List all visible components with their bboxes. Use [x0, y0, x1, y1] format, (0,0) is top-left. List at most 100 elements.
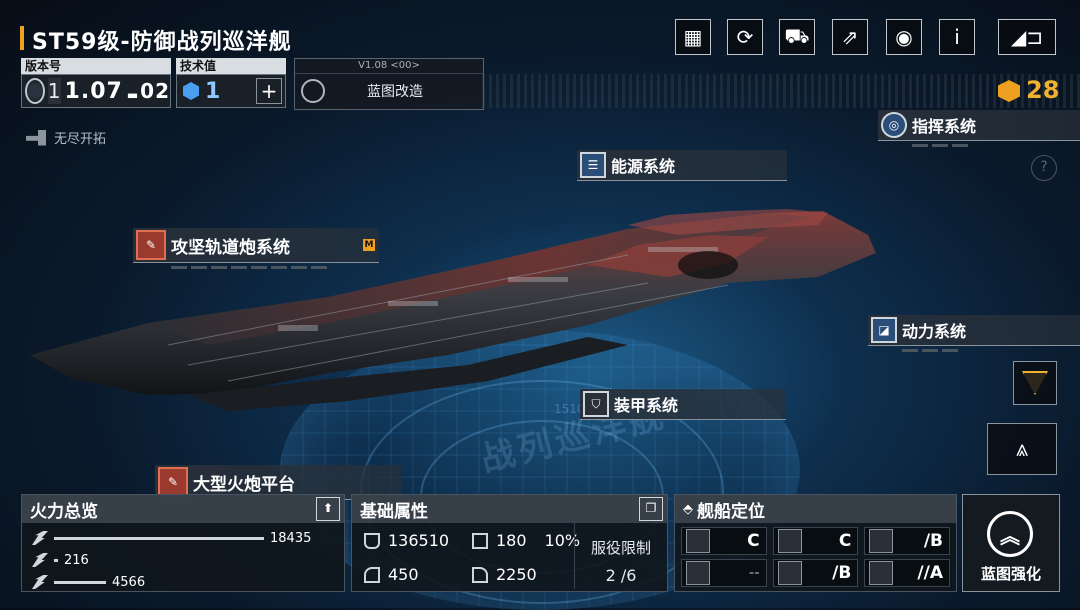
firepower-value: 216	[64, 552, 89, 568]
version-box: 版本号 1 1.07 ▬ 02	[21, 58, 171, 108]
info-icon: i	[954, 25, 960, 49]
role-grade: /B	[832, 563, 852, 583]
shield-icon: ⛉	[583, 391, 609, 417]
upgrade-rank-button[interactable]: ⩓	[987, 423, 1057, 475]
role-cell[interactable]: --	[681, 559, 767, 587]
railgun-slots	[171, 266, 379, 269]
role-cell[interactable]: C	[772, 527, 859, 555]
version-sub: 02	[140, 79, 170, 103]
view-mode-button[interactable]: ◉	[886, 19, 922, 55]
firepower-header: 火力总览 ⬆	[22, 495, 344, 523]
role-title: 舰船定位	[697, 501, 765, 522]
role-grade: --	[748, 565, 760, 581]
thruster-icon: ◪	[871, 317, 897, 343]
eye-icon: ◉	[895, 25, 913, 49]
version-tier: 1	[47, 78, 61, 104]
evasion-stat: 180 10%	[472, 531, 580, 550]
role-grade: /B	[923, 531, 943, 551]
firepower-row: 216	[22, 549, 344, 571]
info-button[interactable]: i	[939, 19, 975, 55]
chevron-up-icon: ︽	[987, 511, 1033, 557]
service-value: 2 /6	[605, 566, 637, 585]
fleet-button[interactable]: ⛟	[779, 19, 815, 55]
railgun-icon: ✎	[136, 230, 166, 260]
armor-system-label: 装甲系统	[614, 396, 679, 415]
command-icon: ◎	[881, 112, 907, 138]
gun-platform-label: 大型火炮平台	[193, 474, 295, 495]
version-number: 1.07	[64, 78, 123, 104]
blueprint-modify-button[interactable]: V1.08 <00> 蓝图改造	[294, 58, 484, 110]
speed-stat: 450	[364, 565, 419, 584]
speed-value: 450	[388, 565, 419, 584]
firepower-title: 火力总览	[30, 501, 98, 522]
role-type-icon	[686, 529, 710, 553]
refresh-button[interactable]: ⟳	[727, 19, 763, 55]
filter-button[interactable]	[1013, 361, 1057, 405]
blueprint-version: V1.08 <00>	[295, 59, 483, 74]
railgun-system-node[interactable]: ✎ 攻坚轨道炮系统 M	[133, 228, 379, 269]
expand-window-icon[interactable]: ❐	[639, 497, 663, 521]
role-cell[interactable]: /B	[772, 559, 859, 587]
firepower-value: 18435	[270, 530, 312, 546]
firepower-bar	[54, 558, 58, 562]
tech-label: 技术值	[176, 58, 286, 74]
title-accent	[20, 26, 24, 50]
role-type-icon	[686, 561, 710, 585]
role-grid: C C/B -- /B //A	[675, 523, 956, 591]
role-grade: C	[747, 531, 760, 551]
railgun-badge: M	[363, 239, 375, 251]
power-system-label: 动力系统	[902, 322, 967, 341]
globe-icon	[25, 78, 45, 104]
firepower-panel: 火力总览 ⬆ 18435 216 4566	[21, 494, 345, 592]
blueprint-enhance-button[interactable]: ︽ 蓝图强化	[962, 494, 1060, 592]
speed-icon	[364, 566, 380, 583]
railgun-system-label: 攻坚轨道炮系统	[171, 237, 290, 258]
command-system-node[interactable]: ◎ 指挥系统	[878, 110, 1080, 147]
service-label: 服役限制	[590, 539, 651, 557]
role-type-icon	[777, 561, 802, 585]
tech-hex-icon	[183, 82, 199, 100]
blueprint-label: 蓝图改造	[367, 84, 423, 100]
role-grade: C	[838, 531, 852, 551]
warp-value: 2250	[496, 565, 537, 584]
collapse-icon[interactable]: ⬆	[316, 497, 340, 521]
role-header: ⬘ 舰船定位	[675, 495, 956, 523]
triangle-filter-icon	[1022, 371, 1048, 395]
evasion-value: 180	[496, 531, 527, 550]
ship-title: ST59级-防御战列巡洋舰	[32, 30, 292, 55]
weapon-type-icon	[32, 553, 48, 567]
service-limit: 服役限制 2 /6	[574, 523, 667, 589]
ship-role-panel: ⬘ 舰船定位 C C/B -- /B //A	[674, 494, 957, 592]
role-icon: ⬘	[683, 501, 693, 517]
hp-value: 136510	[388, 531, 450, 550]
hp-stat: 136510	[364, 531, 449, 550]
version-separator-icon: ▬	[126, 88, 139, 102]
attributes-title: 基础属性	[360, 501, 428, 522]
blueprint-icon: ▦	[683, 25, 703, 49]
command-slots	[912, 144, 1080, 147]
role-type-icon	[869, 561, 894, 585]
back-icon: ◢⊐	[1010, 25, 1044, 49]
endless-mode-label: 无尽开拓	[54, 132, 107, 147]
power-system-node[interactable]: ◪ 动力系统	[868, 315, 1080, 352]
tech-box: 技术值 1 +	[176, 58, 286, 108]
power-slots	[902, 349, 1080, 352]
role-cell[interactable]: //A	[864, 559, 950, 587]
firepower-value: 4566	[112, 574, 146, 590]
tech-add-button[interactable]: +	[256, 78, 282, 104]
gear-icon	[301, 79, 325, 103]
command-system-label: 指挥系统	[912, 117, 977, 136]
firepower-rows: 18435 216 4566	[22, 523, 344, 593]
evasion-icon	[472, 532, 488, 549]
rank-up-icon: ⩓	[1015, 436, 1029, 462]
armor-system-node[interactable]: ⛉ 装甲系统	[580, 389, 786, 420]
shield-icon	[364, 532, 380, 549]
role-cell[interactable]: /B	[864, 527, 950, 555]
energy-system-node[interactable]: ☰ 能源系统	[577, 150, 787, 181]
warp-stat: 2250	[472, 565, 537, 584]
blueprint-view-button[interactable]: ▦	[675, 19, 711, 55]
share-button[interactable]: ⇗	[832, 19, 868, 55]
role-cell[interactable]: C	[681, 527, 767, 555]
help-button[interactable]: ?	[1031, 155, 1057, 181]
back-button[interactable]: ◢⊐	[998, 19, 1056, 55]
